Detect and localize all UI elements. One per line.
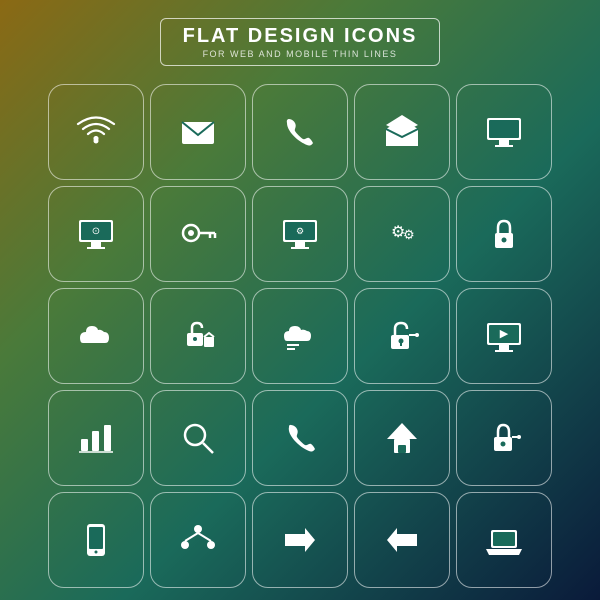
open-mail-icon[interactable] [354, 84, 450, 180]
svg-text:▶: ▶ [500, 328, 509, 340]
mail-icon[interactable] [150, 84, 246, 180]
unlock-folder-icon[interactable] [150, 288, 246, 384]
icons-grid: ⊙ ⚙ ⚙ ⚙ [38, 84, 562, 588]
lock-icon[interactable] [456, 186, 552, 282]
laptop-icon[interactable] [456, 492, 552, 588]
svg-text:⊙: ⊙ [92, 226, 100, 237]
arrow-right-icon[interactable] [252, 492, 348, 588]
cloud-lines-icon[interactable] [252, 288, 348, 384]
cloud-icon[interactable] [48, 288, 144, 384]
lock-key-icon[interactable] [456, 390, 552, 486]
monitor-settings-icon[interactable]: ⊙ [48, 186, 144, 282]
chart-icon[interactable] [48, 390, 144, 486]
monitor-check-icon[interactable]: ▶ [456, 288, 552, 384]
mobile-icon[interactable] [48, 492, 144, 588]
phone-icon[interactable] [252, 84, 348, 180]
header-subtitle: FOR WEB AND MOBILE THIN LINES [183, 49, 418, 59]
gears-icon[interactable]: ⚙ ⚙ [354, 186, 450, 282]
header: FLAT DESIGN ICONS FOR WEB AND MOBILE THI… [160, 18, 441, 66]
monitor-icon[interactable] [456, 84, 552, 180]
svg-text:⚙: ⚙ [296, 226, 304, 236]
phone2-icon[interactable] [252, 390, 348, 486]
header-title: FLAT DESIGN ICONS [183, 25, 418, 48]
share-icon[interactable] [150, 492, 246, 588]
unlock-key-icon[interactable] [354, 288, 450, 384]
wifi-icon[interactable] [48, 84, 144, 180]
monitor-gear-icon[interactable]: ⚙ [252, 186, 348, 282]
search-icon[interactable] [150, 390, 246, 486]
svg-text:⚙: ⚙ [403, 227, 415, 242]
arrow-left-icon[interactable] [354, 492, 450, 588]
key-icon[interactable] [150, 186, 246, 282]
home-icon[interactable] [354, 390, 450, 486]
